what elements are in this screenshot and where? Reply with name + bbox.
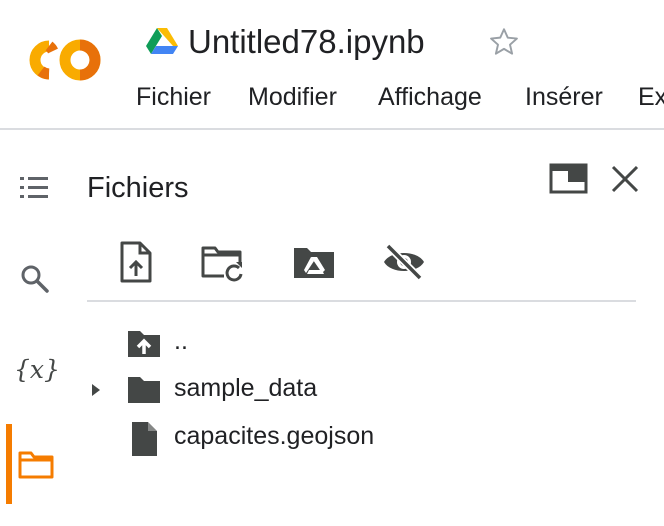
open-in-tab-icon[interactable]	[549, 162, 589, 196]
star-outline-icon[interactable]	[486, 24, 522, 60]
notebook-title[interactable]: Untitled78.ipynb	[188, 22, 425, 62]
menu-inserer[interactable]: Insérer	[525, 80, 603, 114]
panel-divider	[87, 300, 636, 302]
file-label-capacites-geojson[interactable]: capacites.geojson	[174, 420, 374, 452]
menu-modifier[interactable]: Modifier	[248, 80, 337, 114]
header-divider	[0, 128, 664, 130]
folder-refresh-icon[interactable]	[200, 240, 244, 284]
menu-affichage[interactable]: Affichage	[378, 80, 482, 114]
expand-caret-icon[interactable]	[88, 380, 104, 400]
drive-folder-icon[interactable]	[292, 240, 336, 284]
variables-icon[interactable]: {x}	[14, 352, 60, 388]
colab-logo[interactable]	[22, 36, 106, 84]
panel-title: Fichiers	[87, 172, 189, 204]
visibility-off-icon[interactable]	[382, 240, 426, 284]
table-of-contents-icon[interactable]	[18, 174, 52, 202]
upload-file-icon[interactable]	[114, 240, 158, 284]
file-icon[interactable]	[128, 420, 160, 458]
search-icon[interactable]	[18, 262, 52, 296]
active-tab-indicator	[6, 424, 12, 504]
folder-label-sample-data[interactable]: sample_data	[174, 372, 317, 404]
menu-execution[interactable]: Ex	[638, 80, 664, 114]
menu-fichier[interactable]: Fichier	[136, 80, 211, 114]
parent-directory-label[interactable]: ..	[174, 325, 188, 357]
folder-upload-icon[interactable]	[126, 328, 162, 360]
google-drive-icon[interactable]	[146, 27, 178, 55]
folder-icon[interactable]	[126, 374, 162, 406]
folder-outline-icon[interactable]	[18, 448, 54, 480]
close-icon[interactable]	[608, 162, 642, 196]
